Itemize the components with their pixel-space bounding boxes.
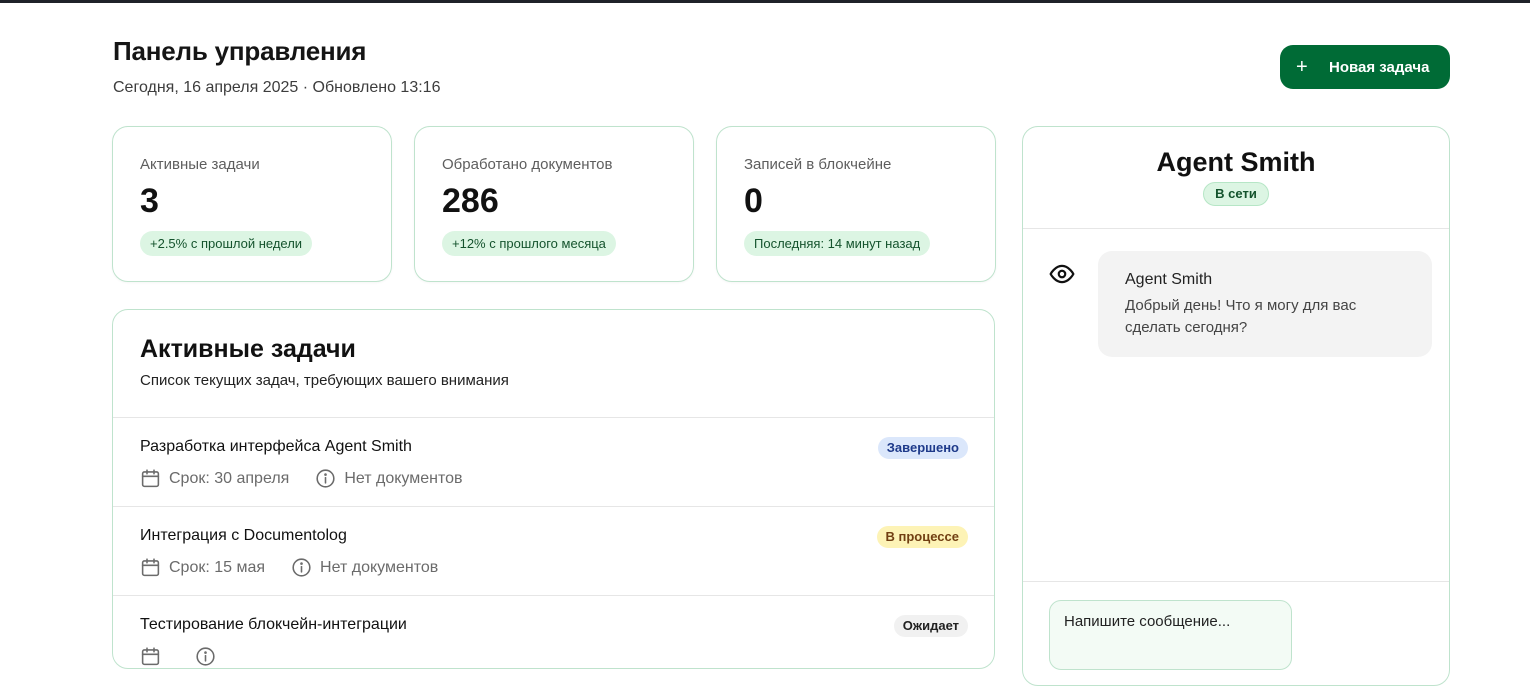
stat-trend-badge: +2.5% с прошлой недели xyxy=(140,231,313,256)
stat-trend-badge: Последняя: 14 минут назад xyxy=(744,231,931,256)
page-title: Панель управления xyxy=(113,36,367,66)
page-subtitle: Сегодня, 16 апреля 2025 · Обновлено 13:1… xyxy=(113,79,441,96)
message-text: Добрый день! Что я могу для вас сделать … xyxy=(1125,297,1357,336)
task-due xyxy=(140,646,169,667)
task-row[interactable]: Разработка интерфейса Agent Smith Срок: … xyxy=(113,417,994,506)
task-docs xyxy=(195,646,224,667)
task-due-text: Срок: 15 мая xyxy=(169,558,266,576)
message-input[interactable]: Напишите сообщение... xyxy=(1049,600,1292,670)
task-docs: Нет документов xyxy=(315,468,463,489)
calendar-icon xyxy=(141,469,160,488)
stat-label: Активные задачи xyxy=(140,156,260,173)
info-icon xyxy=(292,558,311,577)
plus-icon: + xyxy=(1296,56,1308,78)
status-badge: Завершено xyxy=(877,437,968,459)
task-docs: Нет документов xyxy=(291,557,438,578)
online-status-badge: В сети xyxy=(1203,182,1269,206)
stat-card-blockchain-records: Записей в блокчейне 0 Последняя: 14 мину… xyxy=(716,126,996,282)
stat-value: 0 xyxy=(744,182,763,220)
status-badge: В процессе xyxy=(876,526,968,548)
stat-card-processed-documents: Обработано документов 286 +12% с прошлог… xyxy=(414,126,694,282)
stat-label: Записей в блокчейне xyxy=(744,156,892,173)
top-bar xyxy=(0,0,1530,3)
task-name: Разработка интерфейса Agent Smith xyxy=(140,438,412,455)
agent-message-bubble: Agent Smith Добрый день! Что я могу для … xyxy=(1098,251,1432,357)
task-meta: Срок: 30 апреля Нет документов xyxy=(140,468,489,489)
info-icon xyxy=(196,647,215,666)
agent-name: Agent Smith xyxy=(1156,147,1316,177)
task-due: Срок: 30 апреля xyxy=(140,468,289,489)
task-name: Интеграция с Documentolog xyxy=(140,527,347,544)
new-task-label: Новая задача xyxy=(1329,58,1430,76)
info-icon xyxy=(316,469,335,488)
task-docs-text: Нет документов xyxy=(320,558,439,576)
stat-card-active-tasks: Активные задачи 3 +2.5% с прошлой недели xyxy=(112,126,392,282)
task-due: Срок: 15 мая xyxy=(140,557,265,578)
new-task-button[interactable]: + Новая задача xyxy=(1280,45,1450,89)
tasks-description: Список текущих задач, требующих вашего в… xyxy=(140,372,509,389)
tasks-title: Активные задачи xyxy=(140,335,356,363)
task-row[interactable]: Тестирование блокчейн-интеграции Ожидает xyxy=(113,595,994,668)
stat-trend-badge: +12% с прошлого месяца xyxy=(442,231,616,256)
active-tasks-card: Активные задачи Список текущих задач, тр… xyxy=(112,309,995,669)
task-meta xyxy=(140,646,250,667)
calendar-icon xyxy=(141,558,160,577)
stat-label: Обработано документов xyxy=(442,156,613,173)
task-meta: Срок: 15 мая Нет документов xyxy=(140,557,464,578)
stat-value: 3 xyxy=(140,182,159,220)
message-sender: Agent Smith xyxy=(1125,271,1213,288)
chat-panel: Agent Smith В сети Agent Smith Добрый де… xyxy=(1022,126,1450,686)
calendar-icon xyxy=(141,647,160,666)
stat-value: 286 xyxy=(442,182,499,220)
task-due-text: Срок: 30 апреля xyxy=(169,469,290,487)
status-badge: Ожидает xyxy=(893,615,968,637)
task-name: Тестирование блокчейн-интеграции xyxy=(140,616,407,633)
eye-icon xyxy=(1049,264,1075,284)
task-docs-text: Нет документов xyxy=(344,469,463,487)
chat-header: Agent Smith В сети xyxy=(1023,127,1449,229)
task-row[interactable]: Интеграция с Documentolog Срок: 15 мая Н… xyxy=(113,506,994,595)
